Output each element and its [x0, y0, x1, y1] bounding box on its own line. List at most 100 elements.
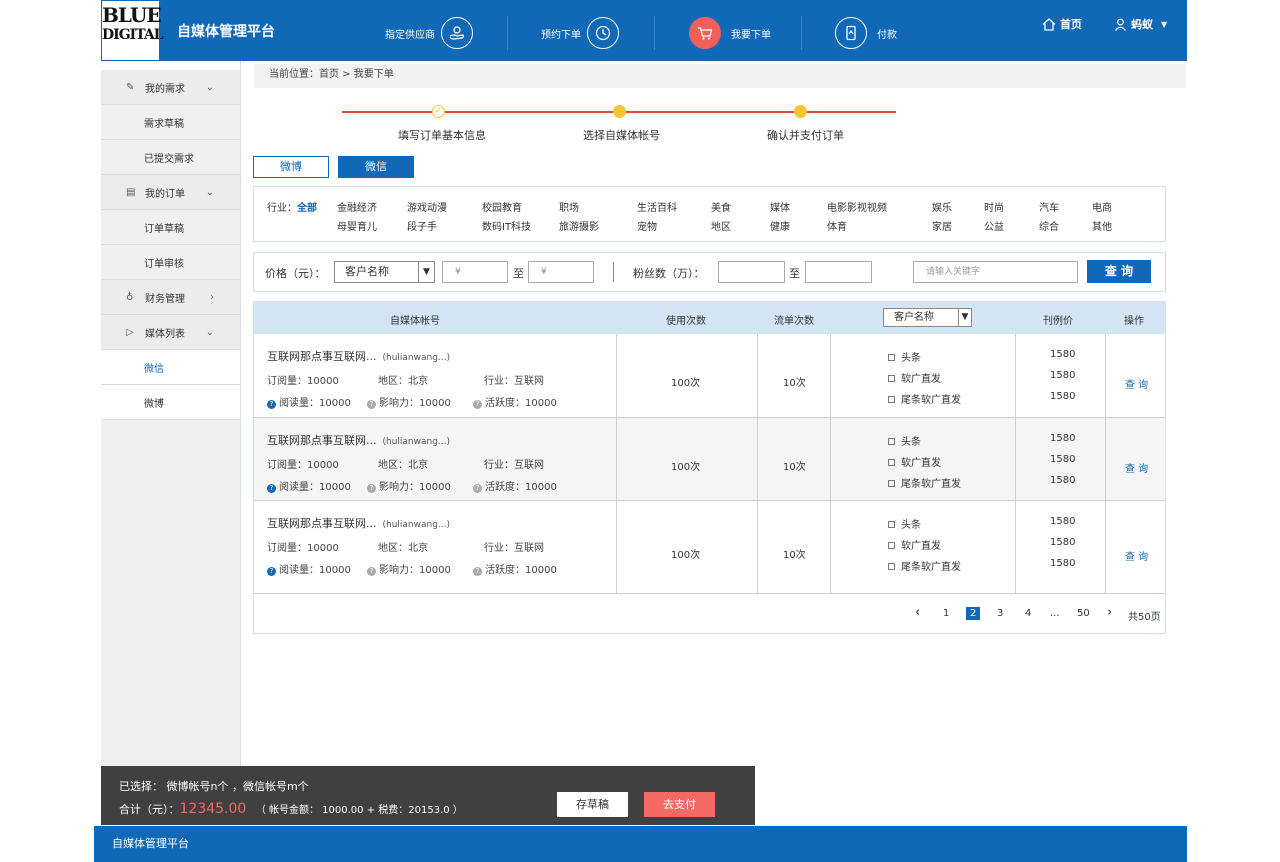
nav-designated-supplier[interactable]: 指定供应商 [385, 17, 473, 49]
account-handle: (hulianwang...) [382, 520, 451, 530]
filter-option[interactable]: 综合 [1039, 218, 1059, 233]
subscriptions: 订阅量：10000 [267, 543, 339, 554]
sidebar-item-wechat[interactable]: 微信 [101, 350, 240, 385]
filter-option[interactable]: 媒体 [770, 199, 790, 214]
filter-option[interactable]: 母婴育儿 [337, 218, 377, 233]
region: 地区：北京 [378, 460, 428, 471]
filter-option[interactable]: 其他 [1092, 218, 1112, 233]
customer-select[interactable]: 客户名称 ▼ [334, 261, 435, 283]
checkbox[interactable] [888, 563, 895, 570]
filter-option[interactable]: 公益 [984, 218, 1004, 233]
col-divider [1015, 501, 1016, 593]
filter-option[interactable]: 金融经济 [337, 199, 377, 214]
position-option[interactable]: 尾条软广直发 [888, 558, 961, 573]
filter-option[interactable]: 数码IT科技 [482, 218, 531, 233]
query-link[interactable]: 查 询 [1125, 376, 1148, 391]
prev-page-button[interactable]: ‹ [915, 605, 920, 620]
filter-option[interactable]: 生活百科 [637, 199, 677, 214]
filter-option[interactable]: 电商 [1092, 199, 1112, 214]
sidebar-group-my-orders[interactable]: ▤ 我的订单 ⌄ [101, 175, 240, 210]
position-option[interactable]: 软广直发 [888, 537, 941, 552]
help-icon[interactable]: ? [473, 484, 482, 493]
checkbox[interactable] [888, 354, 895, 361]
filter-option[interactable]: 地区 [711, 218, 731, 233]
checkbox[interactable] [888, 480, 895, 487]
position-option[interactable]: 尾条软广直发 [888, 391, 961, 406]
nav-appointment-order[interactable]: 预约下单 [541, 17, 619, 49]
filter-option-all[interactable]: 全部 [297, 199, 317, 214]
filter-option[interactable]: 时尚 [984, 199, 1004, 214]
help-icon[interactable]: ? [367, 484, 376, 493]
help-icon[interactable]: ? [473, 567, 482, 576]
filter-option[interactable]: 段子手 [407, 218, 437, 233]
checkbox[interactable] [888, 521, 895, 528]
filter-option[interactable]: 游戏动漫 [407, 199, 447, 214]
help-icon[interactable]: ? [473, 400, 482, 409]
filter-option[interactable]: 家居 [932, 218, 952, 233]
account-name[interactable]: 互联网那点事互联网... (hulianwang...) [267, 432, 450, 448]
filter-option[interactable]: 娱乐 [932, 199, 952, 214]
home-link[interactable]: 首页 [1042, 16, 1082, 32]
checkbox[interactable] [888, 375, 895, 382]
page-number[interactable]: ... [1050, 608, 1060, 619]
filter-option[interactable]: 健康 [770, 218, 790, 233]
position-option[interactable]: 头条 [888, 433, 921, 448]
position-option[interactable]: 头条 [888, 516, 921, 531]
nav-payment[interactable]: 付款 [835, 17, 897, 49]
position-option[interactable]: 尾条软广直发 [888, 475, 961, 490]
help-icon[interactable]: ? [267, 400, 276, 409]
sidebar-item-order-drafts[interactable]: 订单草稿 [101, 210, 240, 245]
fans-min-input[interactable] [718, 261, 785, 283]
help-icon[interactable]: ? [367, 400, 376, 409]
filter-option[interactable]: 宠物 [637, 218, 657, 233]
keyword-search-input[interactable]: 请输入关键字 [913, 261, 1078, 283]
page-number[interactable]: 50 [1077, 608, 1090, 619]
help-icon[interactable]: ? [267, 484, 276, 493]
filter-option[interactable]: 校园教育 [482, 199, 522, 214]
logo[interactable]: BLUE DIGITAL [102, 1, 164, 60]
tab-weibo[interactable]: 微博 [253, 156, 329, 178]
position-select[interactable]: 客户名称 ▼ [883, 308, 972, 327]
nav-place-order[interactable]: 我要下单 [689, 17, 771, 49]
position-option[interactable]: 软广直发 [888, 454, 941, 469]
checkbox[interactable] [888, 542, 895, 549]
sidebar-item-submitted-needs[interactable]: 已提交需求 [101, 140, 240, 175]
filter-option[interactable]: 美食 [711, 199, 731, 214]
save-draft-button[interactable]: 存草稿 [557, 792, 628, 817]
query-link[interactable]: 查 询 [1125, 548, 1148, 563]
fans-max-input[interactable] [805, 261, 872, 283]
sidebar-group-media-list[interactable]: ▷ 媒体列表 ⌄ [101, 315, 240, 350]
query-link[interactable]: 查 询 [1125, 460, 1148, 475]
page-number[interactable]: 4 [1025, 608, 1031, 619]
page-number[interactable]: 1 [943, 608, 949, 619]
sidebar-group-my-needs[interactable]: ✎ 我的需求 ⌄ [101, 70, 240, 105]
checkbox[interactable] [888, 396, 895, 403]
price-min-input[interactable]: ¥ [442, 261, 508, 283]
checkbox[interactable] [888, 459, 895, 466]
help-icon[interactable]: ? [367, 567, 376, 576]
next-page-button[interactable]: › [1107, 605, 1112, 620]
position-option[interactable]: 软广直发 [888, 370, 941, 385]
page-number[interactable]: 2 [966, 607, 981, 620]
footer: 自媒体管理平台 [94, 826, 1187, 862]
tab-wechat[interactable]: 微信 [338, 156, 414, 178]
account-name[interactable]: 互联网那点事互联网... (hulianwang...) [267, 348, 450, 364]
filter-option[interactable]: 体育 [827, 218, 847, 233]
sidebar-item-need-drafts[interactable]: 需求草稿 [101, 105, 240, 140]
search-button[interactable]: 查 询 [1087, 260, 1151, 283]
help-icon[interactable]: ? [267, 567, 276, 576]
pay-button[interactable]: 去支付 [644, 792, 715, 817]
checkbox[interactable] [888, 438, 895, 445]
sidebar-item-order-review[interactable]: 订单审核 [101, 245, 240, 280]
price-max-input[interactable]: ¥ [528, 261, 594, 283]
page-number[interactable]: 3 [997, 608, 1003, 619]
filter-option[interactable]: 职场 [559, 199, 579, 214]
account-name[interactable]: 互联网那点事互联网... (hulianwang...) [267, 515, 450, 531]
position-option[interactable]: 头条 [888, 349, 921, 364]
filter-option[interactable]: 旅游摄影 [559, 218, 599, 233]
sidebar-item-weibo[interactable]: 微博 [101, 385, 240, 420]
filter-option[interactable]: 电影影视视频 [827, 199, 887, 214]
user-menu[interactable]: 蚂蚁 ▼ [1114, 16, 1167, 32]
filter-option[interactable]: 汽车 [1039, 199, 1059, 214]
sidebar-group-finance[interactable]: ♁ 财务管理 › [101, 280, 240, 315]
